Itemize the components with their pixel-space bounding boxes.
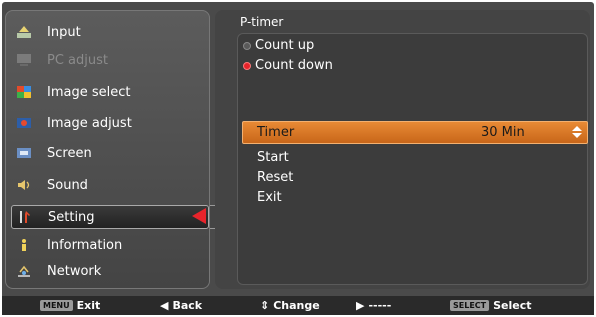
menu-item-label: Image select: [47, 84, 131, 100]
screen-icon: [15, 145, 33, 161]
timer-row[interactable]: Timer 30 Min: [242, 121, 588, 144]
menu-item-screen[interactable]: Screen: [11, 141, 207, 165]
menu-item-label: Image adjust: [47, 115, 132, 131]
exit-action[interactable]: Exit: [257, 190, 282, 205]
menu-item-image-select[interactable]: Image select: [11, 80, 207, 104]
timer-value: 30 Min: [481, 125, 525, 140]
footer-back-label: Back: [172, 299, 203, 312]
setting-icon: [16, 209, 34, 225]
menu-item-pc-adjust[interactable]: PC adjust: [11, 48, 207, 72]
menu-item-network[interactable]: Network: [11, 259, 207, 283]
menu-item-label: Screen: [47, 145, 92, 161]
panel-body: Count up Count down Timer 30 Min Start R…: [237, 33, 588, 285]
footer-next: ▶ -----: [356, 299, 391, 312]
radio-on-icon: [243, 61, 251, 70]
menu-item-label: Setting: [48, 209, 95, 225]
menu-item-label: Network: [47, 263, 102, 279]
reset-action[interactable]: Reset: [257, 170, 293, 185]
up-down-icon: ⇕: [260, 299, 270, 312]
footer-bar: MENU Exit ◀ Back ⇕ Change ▶ ----- SELECT…: [2, 296, 594, 315]
left-arrow-icon: ◀: [160, 299, 169, 312]
footer-back: ◀ Back: [160, 299, 202, 312]
menu-item-information[interactable]: Information: [11, 233, 207, 257]
timer-label: Timer: [257, 125, 295, 140]
menu-item-label: PC adjust: [47, 52, 108, 68]
menu-item-label: Information: [47, 237, 123, 253]
up-down-arrows-icon[interactable]: [571, 126, 583, 138]
menu-item-image-adjust[interactable]: Image adjust: [11, 111, 207, 135]
footer-exit-label: Exit: [76, 299, 101, 312]
option-count-down[interactable]: Count down: [243, 58, 333, 73]
start-action[interactable]: Start: [257, 150, 289, 165]
menu-item-sound[interactable]: Sound: [11, 173, 207, 197]
footer-next-label: -----: [368, 299, 392, 312]
footer-change: ⇕ Change: [260, 299, 320, 312]
sound-icon: [15, 177, 33, 193]
footer-change-label: Change: [273, 299, 320, 312]
menu-item-label: Input: [47, 24, 81, 40]
input-icon: [15, 24, 33, 40]
footer-select: SELECT Select: [450, 299, 532, 312]
option-label: Count down: [255, 58, 333, 73]
pc-adjust-icon: [15, 52, 33, 68]
network-icon: [15, 263, 33, 279]
image-select-icon: [15, 84, 33, 100]
p-timer-panel: P-timer Count up Count down Timer 30 Min…: [215, 10, 590, 289]
main-menu: Input PC adjust Image select Image adjus…: [5, 10, 210, 289]
footer-exit: MENU Exit: [40, 299, 100, 312]
menu-item-input[interactable]: Input: [11, 20, 207, 44]
information-icon: [15, 237, 33, 253]
select-key-icon: SELECT: [450, 300, 490, 311]
menu-item-label: Sound: [47, 177, 88, 193]
image-adjust-icon: [15, 115, 33, 131]
panel-title: P-timer: [240, 15, 284, 29]
selection-arrow-icon: [192, 208, 206, 224]
right-arrow-icon: ▶: [356, 299, 365, 312]
option-label: Count up: [255, 38, 315, 53]
option-count-up[interactable]: Count up: [243, 38, 314, 53]
radio-off-icon: [243, 41, 251, 50]
menu-key-icon: MENU: [40, 300, 73, 311]
footer-select-label: Select: [493, 299, 532, 312]
menu-item-setting[interactable]: Setting: [11, 205, 209, 229]
